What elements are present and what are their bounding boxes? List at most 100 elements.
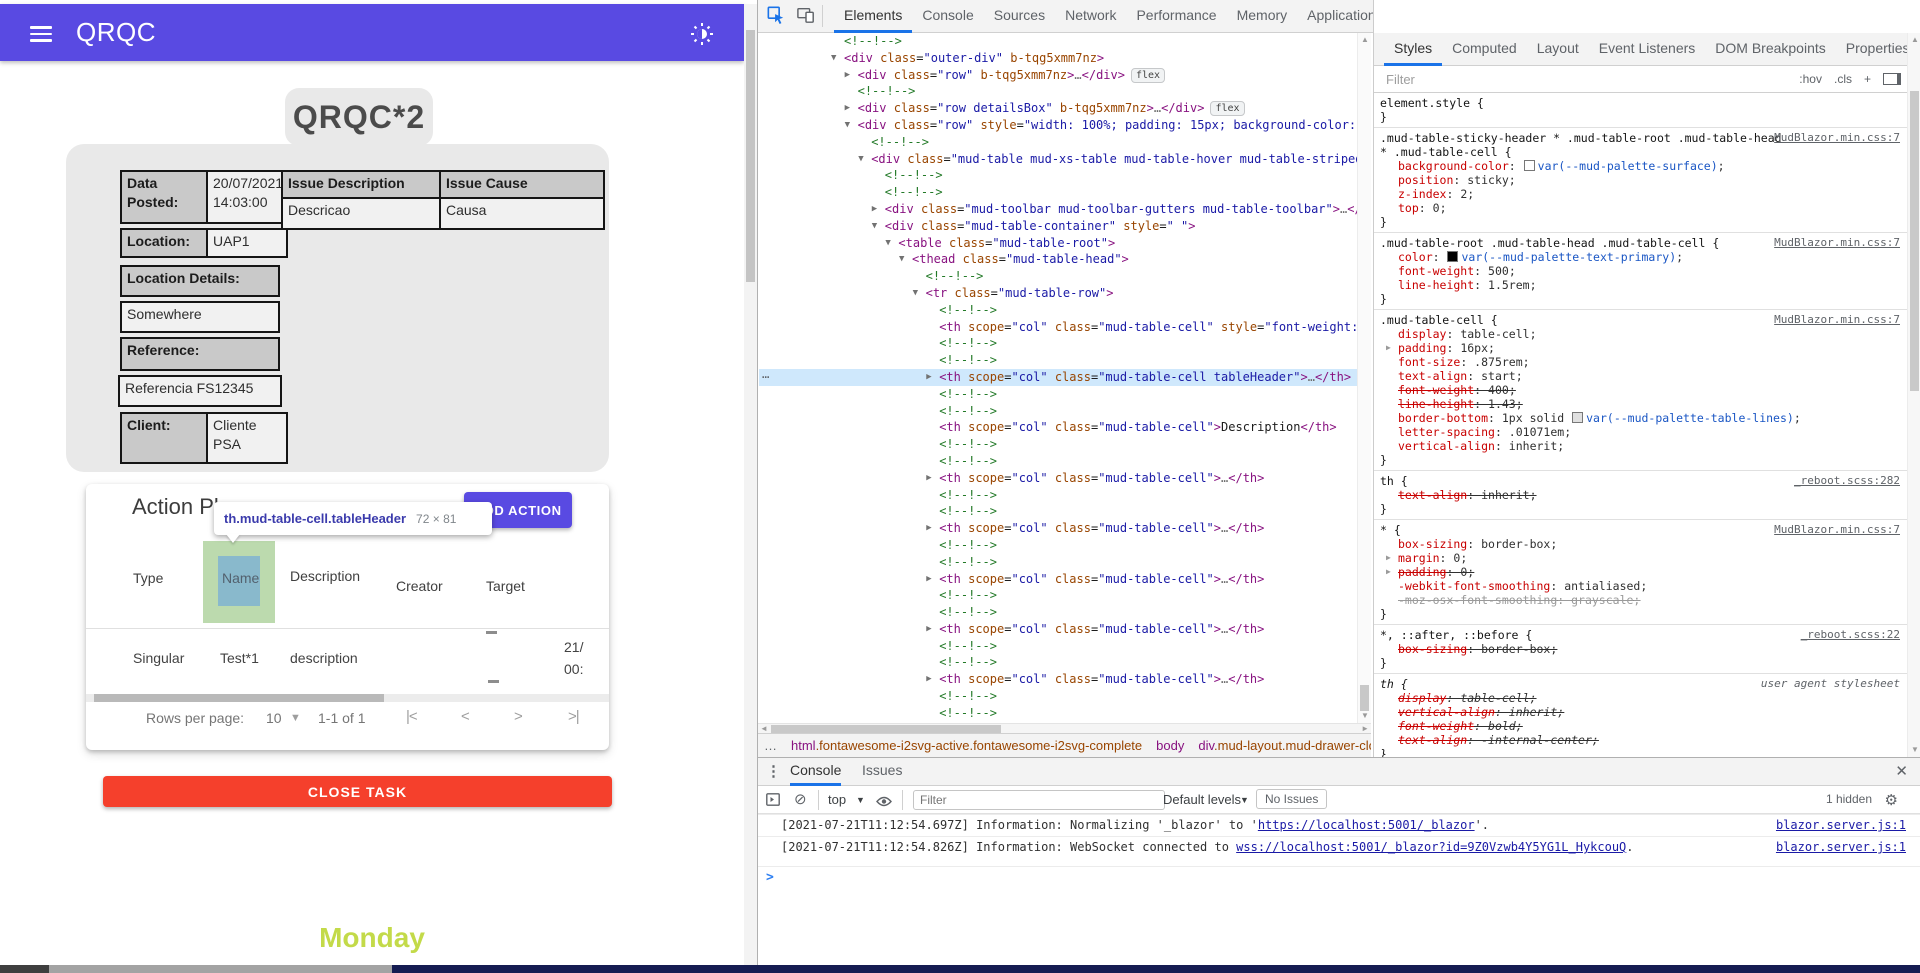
first-page-icon[interactable]: |< (406, 708, 418, 725)
live-expression-eye-icon[interactable] (876, 794, 892, 811)
flex-badge[interactable]: flex (1210, 101, 1245, 117)
css-property[interactable]: display: table-cell; (1380, 327, 1902, 341)
css-property[interactable]: ▶ padding: 16px; (1380, 341, 1902, 355)
dom-tree-line[interactable]: <!--!--> (759, 587, 1357, 604)
css-property[interactable]: background-color: var(--mud-palette-surf… (1380, 159, 1902, 173)
dom-tree-line[interactable]: ▼ <div class="mud-table-container" style=… (759, 218, 1357, 235)
toggle-cls[interactable]: .cls (1834, 72, 1852, 86)
expand-arrow-icon[interactable]: ▶ (1386, 341, 1391, 355)
flex-badge[interactable]: flex (1130, 67, 1166, 83)
issue-cause-value[interactable]: Causa (439, 197, 605, 230)
scrollbar-thumb[interactable] (746, 30, 755, 282)
last-page-icon[interactable]: >| (568, 708, 580, 725)
breadcrumb-item[interactable]: body (1156, 738, 1184, 753)
reference-value[interactable]: Referencia FS12345 (118, 375, 282, 407)
dom-tree-line[interactable]: ▶ <th scope="col" class="mud-table-cell">… (759, 621, 1357, 638)
tab-performance[interactable]: Performance (1126, 0, 1226, 33)
elements-vertical-scrollbar[interactable]: ▲ ▼ (1357, 33, 1371, 723)
drawer-menu-icon[interactable]: ⋮ (766, 762, 781, 780)
expand-arrow-icon[interactable]: ▶ (1386, 551, 1391, 565)
dom-tree-line[interactable]: <!--!--> (759, 134, 1357, 151)
clear-console-icon[interactable]: ⊘ (794, 791, 807, 808)
scroll-down-icon[interactable]: ▼ (1908, 745, 1920, 754)
ellipsis-gutter-icon[interactable]: ⋯ (762, 369, 769, 386)
dom-tree-line[interactable]: ▼ <thead class="mud-table-head"> (759, 251, 1357, 268)
expand-arrow-icon[interactable]: ▶ (845, 67, 858, 84)
css-property[interactable]: font-weight: bold; (1380, 719, 1902, 733)
scroll-up-icon[interactable]: ▲ (1358, 35, 1372, 44)
new-style-rule-icon[interactable]: + (1864, 72, 1871, 86)
css-property[interactable]: line-height: 1.5rem; (1380, 278, 1902, 292)
dom-tree-line[interactable]: <!--!--> (759, 503, 1357, 520)
dom-tree-line[interactable]: <!--!--> (759, 688, 1357, 705)
css-property[interactable]: -moz-osx-font-smoothing: grayscale; (1380, 593, 1902, 607)
issue-description-value[interactable]: Descricao (281, 197, 447, 230)
tab-elements[interactable]: Elements (834, 0, 913, 33)
dom-tree-line[interactable]: <!--!--> (759, 335, 1357, 352)
css-property[interactable]: ▶ padding: 0; (1380, 565, 1902, 579)
app-vertical-scrollbar[interactable] (744, 4, 757, 965)
css-property[interactable]: text-align: start; (1380, 369, 1902, 383)
dom-tree-line[interactable]: <!--!--> (759, 554, 1357, 571)
expand-arrow-icon[interactable]: ▶ (926, 470, 939, 487)
css-property[interactable]: text-align: -internal-center; (1380, 733, 1902, 747)
tab-memory[interactable]: Memory (1227, 0, 1298, 33)
column-header-name[interactable]: Name (222, 570, 259, 586)
page-bottom-scrollbar[interactable] (0, 965, 1920, 973)
dom-tree-line[interactable]: ▼ <div class="mud-table mud-xs-table mud-… (759, 151, 1357, 168)
console-sidebar-icon[interactable] (766, 793, 780, 810)
context-caret-icon[interactable]: ▼ (856, 795, 865, 805)
css-property[interactable]: color: var(--mud-palette-text-primary); (1380, 250, 1902, 264)
dom-tree-line[interactable]: ▼ <tr class="mud-table-row"> (759, 285, 1357, 302)
client-value[interactable]: Cliente PSA (206, 412, 288, 464)
column-header-type[interactable]: Type (133, 570, 163, 586)
dom-tree-line[interactable]: <!--!--> (759, 436, 1357, 453)
expand-arrow-icon[interactable]: ▶ (845, 100, 858, 117)
collapse-arrow-icon[interactable]: ▼ (858, 151, 871, 168)
dom-tree-line[interactable]: <!--!--> (759, 167, 1357, 184)
stylesheet-link[interactable]: _reboot.scss:22 (1801, 628, 1900, 642)
tab-styles[interactable]: Styles (1384, 33, 1443, 66)
column-header-creator[interactable]: Creator (396, 578, 443, 594)
tab-console[interactable]: Console (790, 758, 842, 786)
dom-tree-line[interactable]: ▶ <div class="row detailsBox" b-tqg5xmm7n… (759, 100, 1357, 117)
stylesheet-link[interactable]: _reboot.scss:282 (1794, 474, 1900, 488)
css-property[interactable]: font-size: .875rem; (1380, 355, 1902, 369)
rows-per-page-caret-icon[interactable]: ▼ (290, 712, 301, 724)
row-cell-target-time[interactable]: 00: (564, 661, 583, 677)
css-property[interactable]: top: 0; (1380, 201, 1902, 215)
console-settings-gear-icon[interactable]: ⚙ (1885, 791, 1898, 809)
scrollbar-thumb[interactable] (771, 725, 1001, 733)
scrollbar-thumb[interactable] (94, 694, 384, 702)
device-toolbar-icon[interactable] (796, 6, 816, 26)
dom-tree-line[interactable]: ▶ <th scope="col" class="mud-table-cell">… (759, 470, 1357, 487)
dom-tree-line[interactable]: <!--!--> (759, 403, 1357, 420)
collapse-arrow-icon[interactable]: ▼ (899, 251, 912, 268)
tab-sources[interactable]: Sources (984, 0, 1055, 33)
dom-tree-line[interactable]: <!--!--> (759, 352, 1357, 369)
column-header-target[interactable]: Target (486, 578, 525, 594)
location-value[interactable]: UAP1 (206, 228, 288, 258)
breadcrumb-item[interactable]: html.fontawesome-i2svg-active.fontawesom… (791, 738, 1142, 753)
scroll-up-icon[interactable]: ▲ (1908, 35, 1920, 44)
no-issues-button[interactable]: No Issues (1256, 789, 1328, 809)
toggle-hov[interactable]: :hov (1799, 72, 1822, 86)
dom-tree-line[interactable]: ▶ <div class="row" b-tqg5xmm7nz>…</div> fl… (759, 67, 1357, 84)
console-prompt-chevron[interactable]: > (766, 870, 774, 885)
column-header-description[interactable]: Description (290, 568, 360, 584)
css-property[interactable]: line-height: 1.43; (1380, 397, 1902, 411)
scroll-down-icon[interactable]: ▼ (1358, 711, 1372, 720)
css-property[interactable]: border-bottom: 1px solid var(--mud-palet… (1380, 411, 1902, 425)
stylesheet-link[interactable]: MudBlazor.min.css:7 (1774, 523, 1900, 537)
css-property[interactable]: z-index: 2; (1380, 187, 1902, 201)
default-levels-select[interactable]: Default levels (1163, 792, 1241, 807)
theme-toggle-icon[interactable] (690, 22, 714, 46)
context-selector[interactable]: top (828, 792, 846, 807)
collapse-arrow-icon[interactable]: ▼ (913, 285, 926, 302)
close-drawer-icon[interactable]: ✕ (1895, 762, 1908, 780)
color-swatch[interactable] (1572, 412, 1584, 423)
console-filter-input[interactable] (913, 790, 1165, 810)
computed-sidebar-icon[interactable] (1883, 73, 1901, 85)
message-source-link[interactable]: blazor.server.js:1 (1776, 840, 1906, 855)
expand-arrow-icon[interactable]: ▶ (1386, 565, 1391, 579)
